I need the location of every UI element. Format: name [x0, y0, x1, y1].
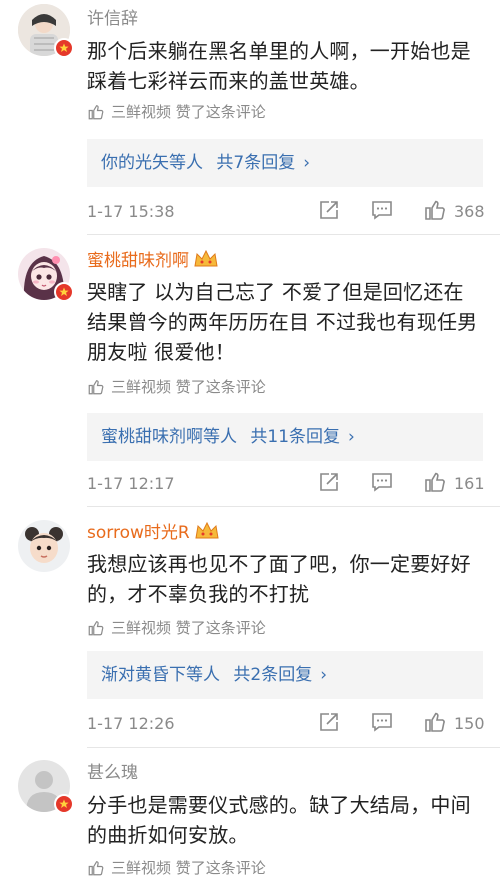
replies-button[interactable]: 蜜桃甜味剂啊等人 共11条回复 › [87, 413, 483, 461]
username[interactable]: 甚么瑰 [87, 762, 138, 784]
reply-count: 共7条回复 [216, 153, 296, 173]
vip-crown-icon [194, 249, 218, 267]
avatar[interactable] [18, 248, 74, 302]
chevron-right-icon: › [320, 665, 328, 685]
liked-by-author: 三鲜视频 赞了这条评论 [87, 618, 266, 638]
replies-users: 你的光矢等人 [101, 153, 203, 173]
vip-crown-icon [195, 521, 219, 539]
like-icon [88, 621, 104, 636]
avatar[interactable] [18, 4, 74, 58]
reply-count: 共2条回复 [233, 665, 313, 685]
divider [87, 234, 500, 235]
timestamp: 1-17 12:17 [87, 474, 175, 493]
replies-button[interactable]: 你的光矢等人 共7条回复 › [87, 139, 483, 187]
replies-button[interactable]: 渐对黄昏下等人 共2条回复 › [87, 651, 483, 699]
comment-icon[interactable] [370, 710, 394, 734]
comment-icon[interactable] [370, 198, 394, 222]
comment-text: 我想应该再也见不了面了吧，你一定要好好的，才不辜负我的不打扰 [87, 552, 471, 606]
comment-meta: 1-17 12:26 150 [87, 710, 487, 740]
liked-by-label: 三鲜视频 赞了这条评论 [111, 859, 266, 877]
repost-icon[interactable] [317, 470, 341, 494]
like-count: 161 [454, 474, 485, 493]
like-icon [88, 105, 104, 120]
timestamp: 1-17 12:26 [87, 714, 175, 733]
liked-by-label: 三鲜视频 赞了这条评论 [111, 619, 266, 637]
like-count: 368 [454, 202, 485, 221]
comment-text: 分手也是需要仪式感的。缺了大结局，中间的曲折如何安放。 [87, 793, 471, 847]
reply-count: 共11条回复 [250, 427, 341, 447]
divider [87, 747, 500, 748]
like-icon[interactable] [423, 198, 447, 222]
repost-icon[interactable] [317, 710, 341, 734]
liked-by-label: 三鲜视频 赞了这条评论 [111, 103, 266, 121]
divider [87, 506, 500, 507]
like-icon[interactable] [423, 470, 447, 494]
like-icon [88, 380, 104, 395]
username[interactable]: sorrow时光R [87, 521, 220, 544]
username-label: sorrow时光R [87, 523, 190, 543]
comment-text: 那个后来躺在黑名单里的人啊，一开始也是踩着七彩祥云而来的盖世英雄。 [87, 39, 471, 93]
avatar[interactable] [18, 760, 74, 814]
liked-by-author: 三鲜视频 赞了这条评论 [87, 102, 266, 122]
liked-by-label: 三鲜视频 赞了这条评论 [111, 378, 266, 396]
repost-icon[interactable] [317, 198, 341, 222]
timestamp: 1-17 15:38 [87, 202, 175, 221]
chevron-right-icon: › [303, 153, 311, 173]
comment-text: 哭瞎了 以为自己忘了 不爱了但是回忆还在 结果曾今的两年历历在目 不过我也有现任… [87, 280, 478, 364]
replies-users: 渐对黄昏下等人 [101, 665, 220, 685]
comment-meta: 1-17 12:17 161 [87, 470, 487, 500]
liked-by-author: 三鲜视频 赞了这条评论 [87, 377, 266, 397]
comment-meta: 1-17 15:38 368 [87, 198, 487, 228]
replies-users: 蜜桃甜味剂啊等人 [101, 427, 237, 447]
username-label: 蜜桃甜味剂啊 [87, 251, 189, 271]
username[interactable]: 蜜桃甜味剂啊 [87, 249, 219, 272]
verified-badge-icon [54, 38, 74, 58]
verified-badge-icon [54, 794, 74, 814]
chevron-right-icon: › [348, 427, 355, 447]
verified-badge-icon [54, 282, 74, 302]
comment-icon[interactable] [370, 470, 394, 494]
avatar[interactable] [18, 520, 70, 572]
username[interactable]: 许信辞 [87, 8, 138, 30]
like-icon[interactable] [423, 710, 447, 734]
liked-by-author: 三鲜视频 赞了这条评论 [87, 858, 266, 878]
like-icon [88, 861, 104, 876]
like-count: 150 [454, 714, 485, 733]
